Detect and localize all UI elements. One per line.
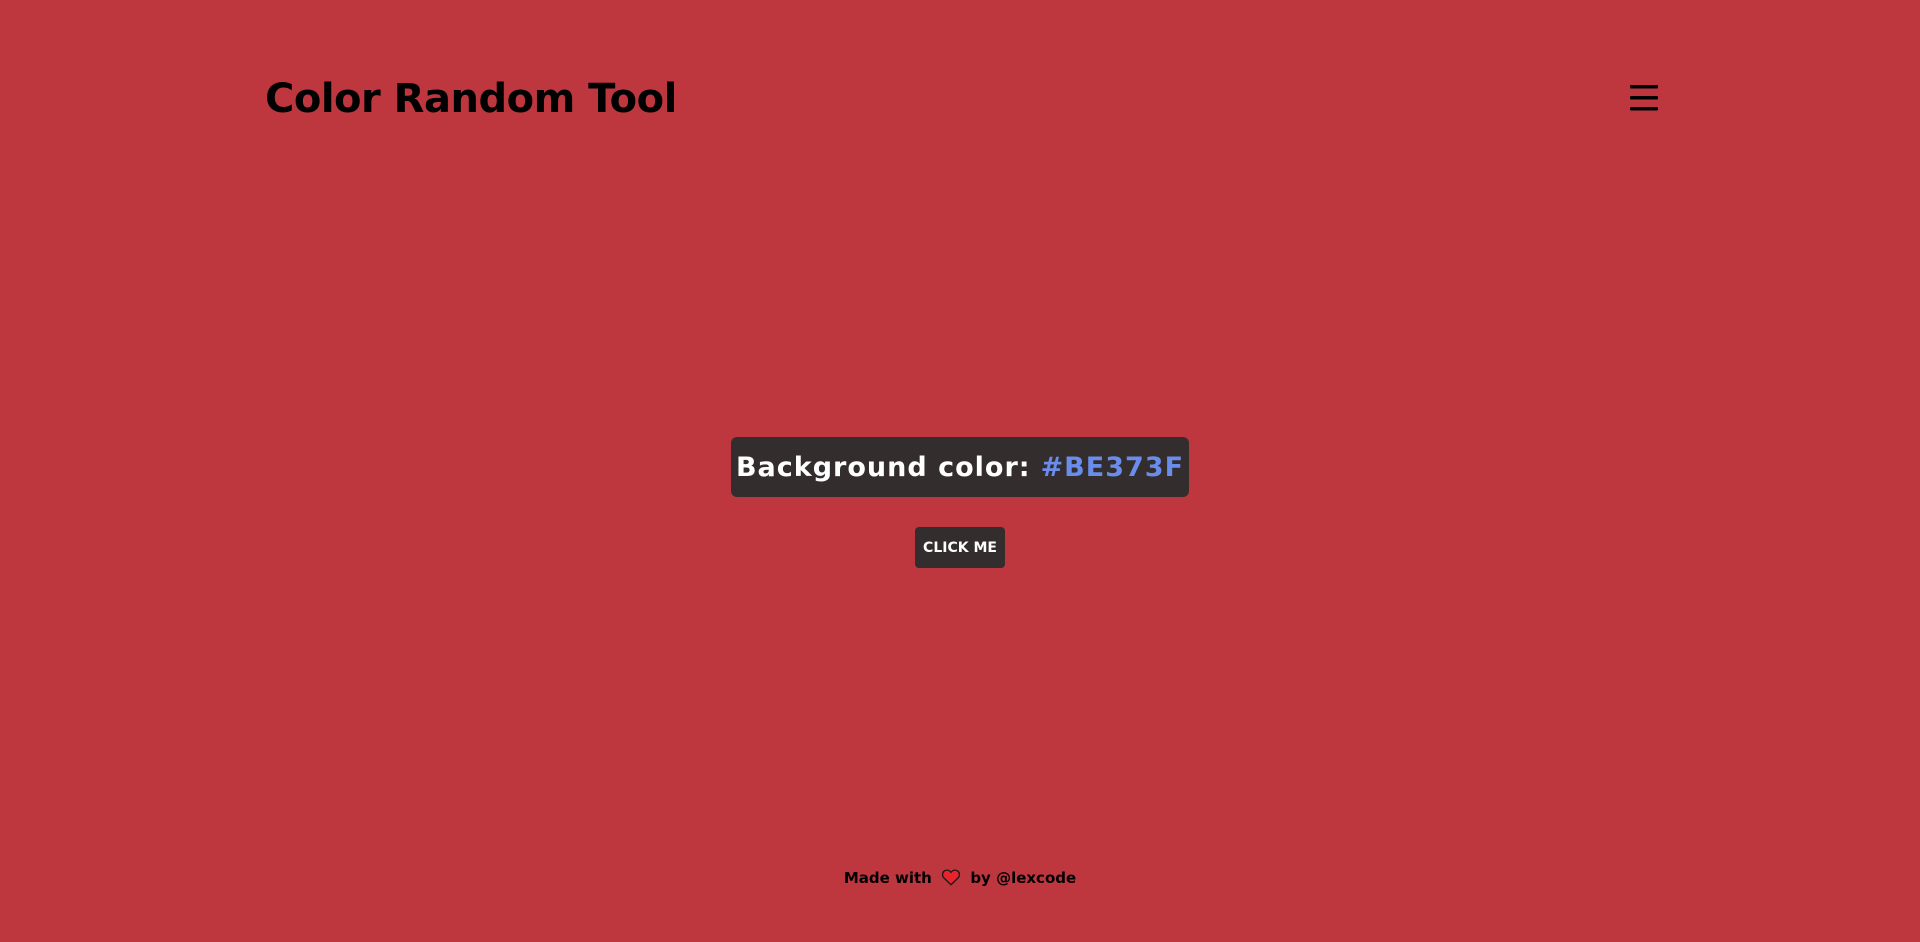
footer-made-with: Made with bbox=[843, 869, 932, 887]
footer-credit: Made with by @lexcode bbox=[0, 867, 1920, 889]
color-display-panel: Background color: #BE373F bbox=[731, 437, 1189, 497]
site-title: Color Random Tool bbox=[265, 76, 677, 122]
menu-button[interactable] bbox=[1626, 80, 1662, 116]
color-hex-value: #BE373F bbox=[1040, 451, 1185, 483]
color-label: Background color: bbox=[735, 451, 1031, 483]
footer-by: by bbox=[970, 869, 991, 887]
heart-icon bbox=[941, 869, 961, 886]
click-me-button[interactable]: CLICK ME bbox=[915, 527, 1005, 568]
author-link[interactable]: @lexcode bbox=[996, 869, 1076, 887]
hamburger-menu-icon bbox=[1630, 85, 1658, 111]
